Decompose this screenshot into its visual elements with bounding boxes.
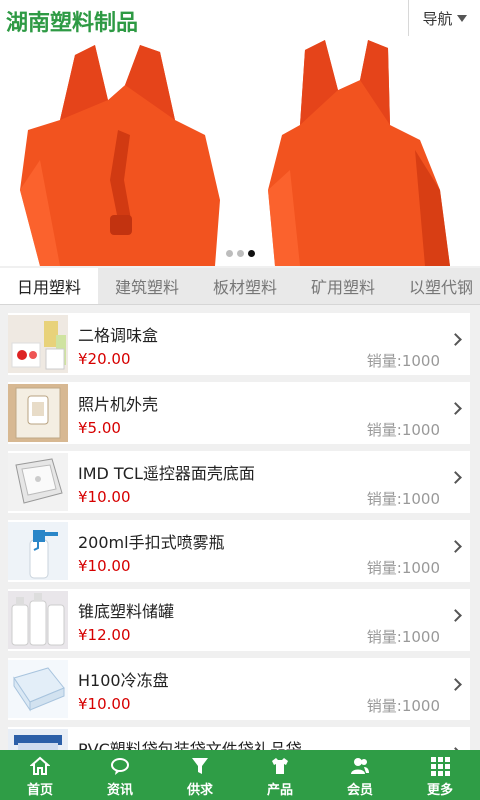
product-sales: 销量:1000 bbox=[366, 352, 440, 370]
footer-label: 会员 bbox=[346, 783, 373, 798]
product-thumbnail bbox=[8, 315, 68, 373]
product-price: ¥20.00 bbox=[78, 350, 131, 368]
footer-label: 资讯 bbox=[106, 783, 133, 798]
tab-daily-plastic[interactable]: 日用塑料 bbox=[0, 268, 98, 304]
footer-label: 供求 bbox=[186, 783, 213, 798]
product-thumbnail bbox=[8, 729, 68, 750]
category-tabs: 日用塑料 建筑塑料 板材塑料 矿用塑料 以塑代钢 bbox=[0, 268, 480, 305]
banner-carousel[interactable] bbox=[0, 40, 480, 266]
product-sales: 销量:1000 bbox=[366, 559, 440, 577]
carousel-dot[interactable] bbox=[237, 250, 244, 257]
home-icon bbox=[30, 756, 50, 775]
product-price: ¥10.00 bbox=[78, 557, 131, 575]
nav-menu-label: 导航 bbox=[422, 9, 453, 28]
product-item[interactable]: 锥底塑料储罐 ¥12.00 销量:1000 bbox=[8, 589, 470, 651]
product-sales: 销量:1000 bbox=[366, 490, 440, 508]
product-thumbnail bbox=[8, 453, 68, 511]
footer-label: 产品 bbox=[266, 783, 293, 798]
chevron-right-icon bbox=[449, 609, 462, 622]
tab-construction-plastic[interactable]: 建筑塑料 bbox=[98, 268, 196, 304]
users-icon bbox=[351, 758, 369, 774]
tab-sheet-plastic[interactable]: 板材塑料 bbox=[196, 268, 294, 304]
product-name: 照片机外壳 bbox=[78, 395, 159, 414]
product-sales: 销量:1000 bbox=[366, 628, 440, 646]
funnel-icon bbox=[192, 758, 208, 774]
grid-icon bbox=[431, 757, 450, 776]
banner-image bbox=[0, 40, 480, 266]
tab-mining-plastic[interactable]: 矿用塑料 bbox=[294, 268, 392, 304]
product-name: 二格调味盒 bbox=[78, 326, 159, 345]
app-root: 湖南塑料制品 导航 日用塑料 建筑塑料 板材塑料 矿用塑料 以塑代钢 二格调味盒… bbox=[0, 0, 480, 800]
product-item[interactable]: 二格调味盒 ¥20.00 销量:1000 bbox=[8, 313, 470, 375]
carousel-dot-active[interactable] bbox=[248, 250, 255, 257]
product-item[interactable]: 200ml手扣式喷雾瓶 ¥10.00 销量:1000 bbox=[8, 520, 470, 582]
product-name: 200ml手扣式喷雾瓶 bbox=[78, 533, 225, 552]
footer-item-supply[interactable]: 供求 bbox=[160, 750, 240, 800]
product-thumbnail bbox=[8, 660, 68, 718]
product-item[interactable]: IMD TCL遥控器面壳底面 ¥10.00 销量:1000 bbox=[8, 451, 470, 513]
chevron-right-icon bbox=[449, 678, 462, 691]
footer-label: 更多 bbox=[426, 783, 453, 798]
chevron-right-icon bbox=[449, 333, 462, 346]
product-name: H100冷冻盘 bbox=[78, 671, 169, 690]
footer-item-news[interactable]: 资讯 bbox=[80, 750, 160, 800]
product-list: 二格调味盒 ¥20.00 销量:1000 照片机外壳 ¥5.00 销量:1000… bbox=[0, 305, 480, 750]
product-name: 锥底塑料储罐 bbox=[78, 602, 175, 621]
product-thumbnail bbox=[8, 591, 68, 649]
product-item[interactable]: PVC塑料袋包装袋文件袋礼品袋 bbox=[8, 727, 470, 750]
product-sales: 销量:1000 bbox=[366, 421, 440, 439]
product-price: ¥10.00 bbox=[78, 488, 131, 506]
product-thumbnail bbox=[8, 522, 68, 580]
product-item[interactable]: 照片机外壳 ¥5.00 销量:1000 bbox=[8, 382, 470, 444]
footer-label: 首页 bbox=[26, 783, 53, 798]
product-sales: 销量:1000 bbox=[366, 697, 440, 715]
product-thumbnail bbox=[8, 384, 68, 442]
bottom-nav: 首页 资讯 供求 产品 会员 更多 bbox=[0, 750, 480, 800]
footer-item-members[interactable]: 会员 bbox=[320, 750, 400, 800]
header: 湖南塑料制品 导航 bbox=[0, 0, 480, 40]
chevron-right-icon bbox=[449, 402, 462, 415]
chat-bubble-icon bbox=[111, 758, 129, 775]
footer-item-more[interactable]: 更多 bbox=[400, 750, 480, 800]
caret-down-icon bbox=[456, 14, 467, 22]
tab-plastic-for-steel[interactable]: 以塑代钢 bbox=[392, 268, 480, 304]
chevron-right-icon bbox=[449, 471, 462, 484]
product-name: IMD TCL遥控器面壳底面 bbox=[78, 464, 255, 483]
product-price: ¥10.00 bbox=[78, 695, 131, 713]
shirt-icon bbox=[272, 758, 288, 774]
product-price: ¥12.00 bbox=[78, 626, 131, 644]
product-name: PVC塑料袋包装袋文件袋礼品袋 bbox=[78, 740, 302, 750]
carousel-dot[interactable] bbox=[226, 250, 233, 257]
footer-item-products[interactable]: 产品 bbox=[240, 750, 320, 800]
chevron-right-icon bbox=[449, 540, 462, 553]
product-item[interactable]: H100冷冻盘 ¥10.00 销量:1000 bbox=[8, 658, 470, 720]
nav-menu-button[interactable]: 导航 bbox=[408, 0, 480, 36]
product-price: ¥5.00 bbox=[78, 419, 121, 437]
carousel-indicator bbox=[226, 250, 255, 257]
footer-item-home[interactable]: 首页 bbox=[0, 750, 80, 800]
site-logo[interactable]: 湖南塑料制品 bbox=[6, 5, 138, 37]
